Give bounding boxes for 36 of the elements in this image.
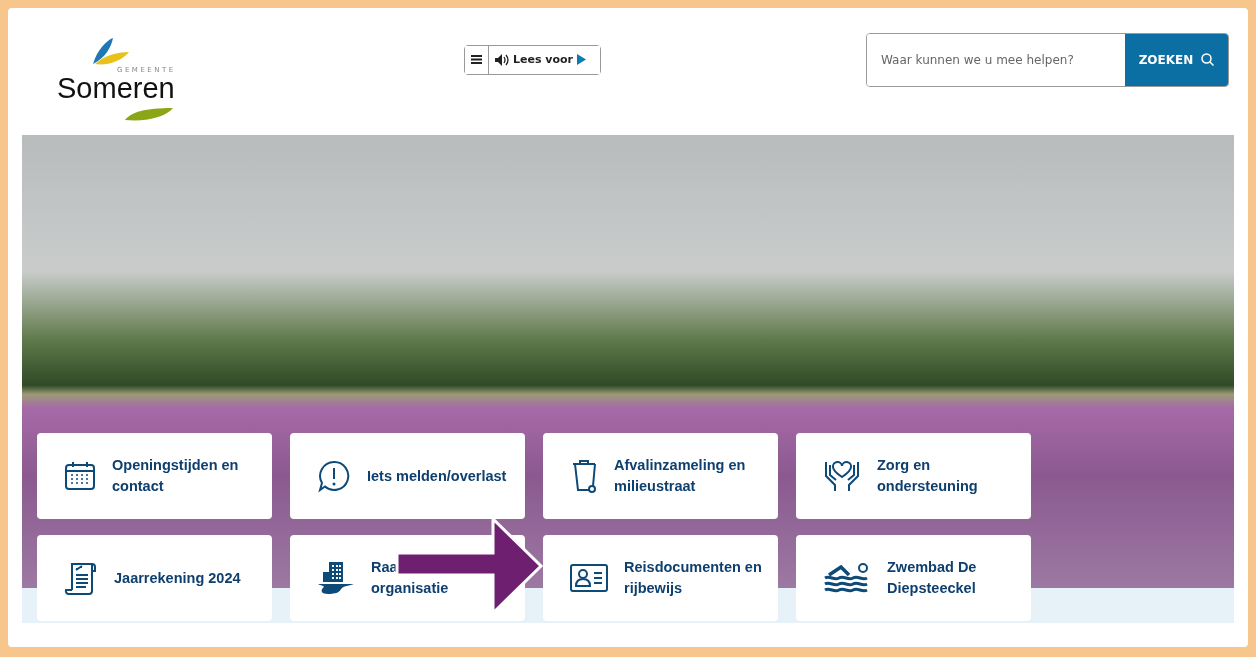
alert-icon <box>317 459 351 493</box>
service-tile[interactable]: Zorg en ondersteuning <box>796 433 1031 519</box>
tile-label: Diepsteeckel <box>887 579 977 598</box>
building-icon <box>317 560 355 596</box>
hands-heart-icon <box>823 459 861 493</box>
speaker-icon <box>495 53 509 66</box>
service-tile[interactable]: Openingstijden en contact <box>37 433 272 519</box>
tile-label: contact <box>112 477 165 496</box>
tile-label: Zwembad De <box>887 558 977 577</box>
tile-label: Openingstijden en <box>112 456 239 475</box>
tile-label: ondersteuning <box>877 477 978 496</box>
menu-icon <box>471 55 482 64</box>
receipt-icon <box>64 560 98 596</box>
search-icon <box>1201 53 1215 66</box>
tile-label: Reisdocumenten en <box>624 558 762 577</box>
service-tile[interactable]: Afvalinzameling en milieustraat <box>543 433 778 519</box>
id-card-icon <box>570 564 608 592</box>
tile-label: Iets melden/overlast <box>367 466 507 486</box>
tile-label: organisatie <box>371 579 449 598</box>
trash-bin-icon <box>570 458 598 494</box>
service-tile[interactable]: Zwembad De Diepsteeckel <box>796 535 1031 621</box>
tile-label: rijbewijs <box>624 579 684 598</box>
calendar-icon <box>64 461 96 491</box>
logo-name: Someren <box>57 71 175 105</box>
tile-label: Zorg en <box>877 456 932 475</box>
menu-button[interactable] <box>465 45 489 74</box>
service-tile[interactable]: Jaarrekening 2024 <box>37 535 272 621</box>
tile-label: milieustraat <box>614 477 697 496</box>
play-icon <box>577 54 587 65</box>
search-field[interactable]: Waar kunnen we u mee helpen? ZOEKEN <box>866 32 1229 87</box>
service-tile[interactable]: Reisdocumenten en rijbewijs <box>543 535 778 621</box>
tile-label: Jaarrekening 2024 <box>114 568 241 588</box>
tile-label: Afvalinzameling en <box>614 456 746 475</box>
swimmer-icon <box>823 563 871 593</box>
search-button[interactable]: ZOEKEN <box>1125 33 1228 86</box>
service-tile[interactable]: Iets melden/overlast <box>290 433 525 519</box>
